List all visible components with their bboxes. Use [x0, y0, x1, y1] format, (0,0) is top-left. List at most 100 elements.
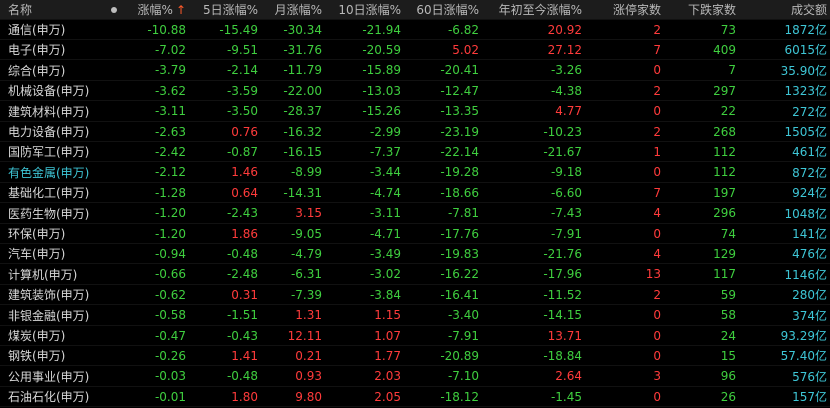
- cell-60d: -20.89: [440, 348, 479, 363]
- cell-5d: -3.50: [226, 104, 258, 119]
- sector-name[interactable]: 煤炭(申万): [8, 326, 65, 345]
- column-header-ytd[interactable]: 年初至今涨幅%: [499, 0, 582, 19]
- cell-60d: -20.41: [440, 63, 479, 78]
- cell-decliners: 96: [720, 369, 736, 384]
- cell-60d: -19.28: [440, 165, 479, 180]
- cell-pct: -0.03: [154, 369, 186, 384]
- column-header-pct[interactable]: 涨幅% ↑: [138, 0, 186, 19]
- table-row[interactable]: 非银金融(申万) -0.58 -1.51 1.31 1.15 -3.40 -14.15 0 58…: [0, 306, 830, 326]
- table-row[interactable]: 医药生物(申万) -1.20 -2.43 3.15 -3.11 -7.81 -7.43 4 29…: [0, 204, 830, 224]
- cell-10d: -21.94: [362, 22, 401, 37]
- column-header-10d[interactable]: 10日涨幅%: [338, 0, 401, 19]
- cell-5d: -9.51: [226, 42, 258, 57]
- cell-pct: -1.28: [154, 185, 186, 200]
- table-row[interactable]: 通信(申万) -10.88 -15.49 -30.34 -21.94 -6.82 20.92…: [0, 20, 830, 40]
- column-header-60d[interactable]: 60日涨幅%: [416, 0, 479, 19]
- cell-ytd: -7.91: [550, 226, 582, 241]
- cell-decliners: 117: [713, 267, 736, 282]
- cell-10d: -15.89: [362, 63, 401, 78]
- cell-month: -16.15: [283, 144, 322, 159]
- cell-limit-up: 0: [653, 328, 661, 343]
- column-header-limit-up[interactable]: 涨停家数: [613, 0, 661, 19]
- table-row[interactable]: 有色金属(申万) -2.12 1.46 -8.99 -3.44 -19.28 -9.18 0 1…: [0, 163, 830, 183]
- cell-5d: 1.80: [231, 389, 258, 404]
- column-header-dot-icon[interactable]: [108, 0, 120, 19]
- cell-10d: -13.03: [362, 83, 401, 98]
- cell-60d: -7.10: [447, 369, 479, 384]
- sector-name[interactable]: 机械设备(申万): [8, 81, 89, 100]
- table-row[interactable]: 综合(申万) -3.79 -2.14 -11.79 -15.89 -20.41 -3.26 0…: [0, 61, 830, 81]
- column-header-5d[interactable]: 5日涨幅%: [203, 0, 258, 19]
- column-header-volume[interactable]: 成交额: [791, 0, 827, 19]
- cell-limit-up: 2: [653, 287, 661, 302]
- cell-decliners: 268: [713, 124, 736, 139]
- cell-volume: 374亿: [792, 308, 827, 323]
- cell-10d: -2.99: [369, 124, 401, 139]
- cell-pct: -3.79: [154, 63, 186, 78]
- sector-name[interactable]: 医药生物(申万): [8, 204, 89, 223]
- sector-name[interactable]: 环保(申万): [8, 224, 65, 243]
- cell-volume: 576亿: [792, 369, 827, 384]
- sector-name[interactable]: 国防军工(申万): [8, 142, 89, 161]
- column-header-month[interactable]: 月涨幅%: [275, 0, 322, 19]
- column-header-decliners[interactable]: 下跌家数: [688, 0, 736, 19]
- sector-name[interactable]: 计算机(申万): [8, 265, 77, 284]
- cell-volume: 1872亿: [784, 23, 827, 37]
- cell-decliners: 59: [720, 287, 736, 302]
- cell-limit-up: 0: [653, 104, 661, 119]
- cell-60d: -13.35: [440, 104, 479, 119]
- table-row[interactable]: 煤炭(申万) -0.47 -0.43 12.11 1.07 -7.91 13.71 0 24 93…: [0, 326, 830, 346]
- cell-60d: -7.81: [447, 206, 479, 221]
- cell-volume: 461亿: [792, 145, 827, 160]
- cell-volume: 35.90亿: [780, 63, 827, 78]
- sector-name[interactable]: 汽车(申万): [8, 244, 65, 263]
- sort-descending-icon: ↑: [175, 2, 186, 17]
- cell-limit-up: 2: [653, 124, 661, 139]
- sector-name[interactable]: 基础化工(申万): [8, 183, 89, 202]
- column-header-name[interactable]: 名称: [8, 0, 32, 19]
- table-row[interactable]: 建筑材料(申万) -3.11 -3.50 -28.37 -15.26 -13.35 4.77…: [0, 102, 830, 122]
- sector-name[interactable]: 公用事业(申万): [8, 367, 89, 386]
- cell-limit-up: 7: [653, 42, 661, 57]
- cell-5d: 0.64: [231, 185, 258, 200]
- table-row[interactable]: 基础化工(申万) -1.28 0.64 -14.31 -4.74 -18.66 -6.60 7…: [0, 183, 830, 204]
- cell-decliners: 409: [713, 42, 736, 57]
- sector-name[interactable]: 钢铁(申万): [8, 346, 65, 365]
- table-row[interactable]: 国防军工(申万) -2.42 -0.87 -16.15 -7.37 -22.14 -21.6…: [0, 142, 830, 163]
- table-row[interactable]: 汽车(申万) -0.94 -0.48 -4.79 -3.49 -19.83 -21.76 4 1…: [0, 244, 830, 265]
- cell-5d: -2.48: [226, 267, 258, 282]
- sector-name[interactable]: 电子(申万): [8, 40, 65, 59]
- sector-name[interactable]: 通信(申万): [8, 20, 65, 39]
- table-row[interactable]: 石油石化(申万) -0.01 1.80 9.80 2.05 -18.12 -1.45 0 26 1…: [0, 387, 830, 408]
- table-row[interactable]: 电力设备(申万) -2.63 0.76 -16.32 -2.99 -23.19 -10.23…: [0, 122, 830, 142]
- cell-10d: -20.59: [362, 42, 401, 57]
- cell-10d: -4.71: [369, 226, 401, 241]
- cell-decliners: 74: [720, 226, 736, 241]
- sector-name[interactable]: 石油石化(申万): [8, 387, 89, 406]
- sector-name[interactable]: 电力设备(申万): [8, 122, 89, 141]
- sector-name[interactable]: 非银金融(申万): [8, 306, 89, 325]
- sector-name[interactable]: 建筑材料(申万): [8, 102, 89, 121]
- cell-volume: 272亿: [792, 104, 827, 119]
- table-row[interactable]: 环保(申万) -1.20 1.86 -9.05 -4.71 -17.76 -7.91 0 74 1…: [0, 224, 830, 244]
- cell-decliners: 15: [720, 348, 736, 363]
- sector-name[interactable]: 综合(申万): [8, 61, 65, 80]
- cell-decliners: 24: [720, 328, 736, 343]
- cell-ytd: 13.71: [547, 328, 582, 343]
- cell-ytd: -4.38: [550, 83, 582, 98]
- table-row[interactable]: 建筑装饰(申万) -0.62 0.31 -7.39 -3.84 -16.41 -11.52 2…: [0, 285, 830, 306]
- table-row[interactable]: 计算机(申万) -0.66 -2.48 -6.31 -3.02 -16.22 -17.96 1…: [0, 265, 830, 285]
- table-row[interactable]: 钢铁(申万) -0.26 1.41 0.21 1.77 -20.89 -18.84 0 15 57…: [0, 346, 830, 367]
- table-row[interactable]: 电子(申万) -7.02 -9.51 -31.76 -20.59 5.02 27.12 7 40…: [0, 40, 830, 61]
- sector-name[interactable]: 有色金属(申万): [8, 163, 89, 182]
- cell-pct: -1.20: [154, 206, 186, 221]
- table-row[interactable]: 公用事业(申万) -0.03 -0.48 0.93 2.03 -7.10 2.64 3 96 57…: [0, 367, 830, 387]
- cell-volume: 924亿: [792, 186, 827, 201]
- cell-month: 3.15: [295, 206, 322, 221]
- cell-month: 0.21: [295, 348, 322, 363]
- cell-60d: -7.91: [447, 328, 479, 343]
- table-row[interactable]: 机械设备(申万) -3.62 -3.59 -22.00 -13.03 -12.47 -4.3…: [0, 81, 830, 102]
- cell-5d: 0.76: [231, 124, 258, 139]
- cell-decliners: 197: [713, 185, 736, 200]
- sector-name[interactable]: 建筑装饰(申万): [8, 285, 89, 304]
